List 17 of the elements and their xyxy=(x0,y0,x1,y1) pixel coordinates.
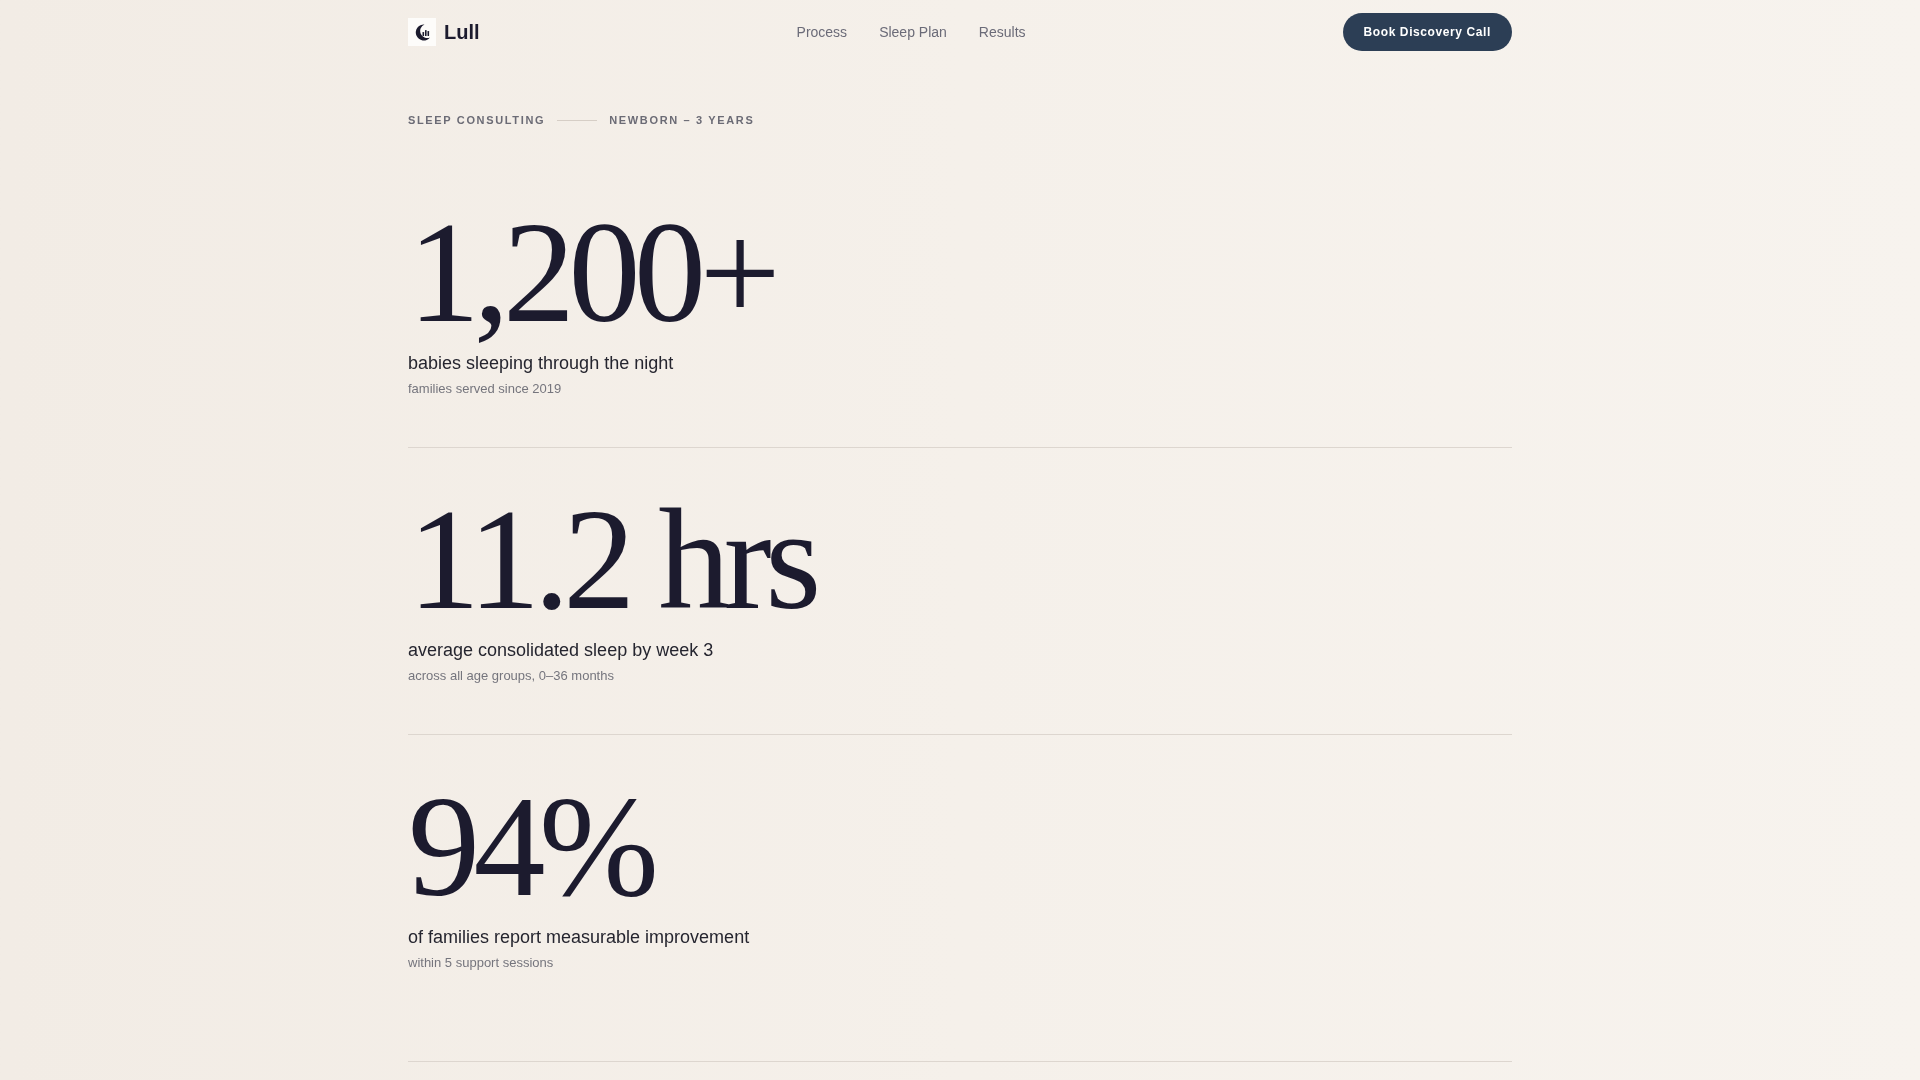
nav-link[interactable]: Sleep Plan xyxy=(879,22,947,42)
nav-link[interactable]: Process xyxy=(796,22,848,42)
book-call-button[interactable]: Book Discovery Call xyxy=(1342,13,1512,51)
stat-value: 94% xyxy=(408,775,653,919)
stat-label: of families report measurable improvement xyxy=(408,926,750,949)
stat-note: within 5 support sessions xyxy=(408,954,554,972)
stat-value: 11.2 hrs xyxy=(408,488,815,632)
nav-link[interactable]: Results xyxy=(978,22,1026,42)
moon-logo-icon xyxy=(408,18,436,46)
category-label: SLEEP CONSULTING xyxy=(408,113,546,128)
stat-label: average consolidated sleep by week 3 xyxy=(408,639,714,662)
stat-note: across all age groups, 0–36 months xyxy=(408,667,614,685)
stat-label: babies sleeping through the night xyxy=(408,352,674,375)
stat-value: 1,200+ xyxy=(408,201,775,345)
brand-name[interactable]: Lull xyxy=(444,18,480,46)
stat-note: families served since 2019 xyxy=(408,380,562,398)
audience-label: NEWBORN – 3 YEARS xyxy=(609,113,755,128)
